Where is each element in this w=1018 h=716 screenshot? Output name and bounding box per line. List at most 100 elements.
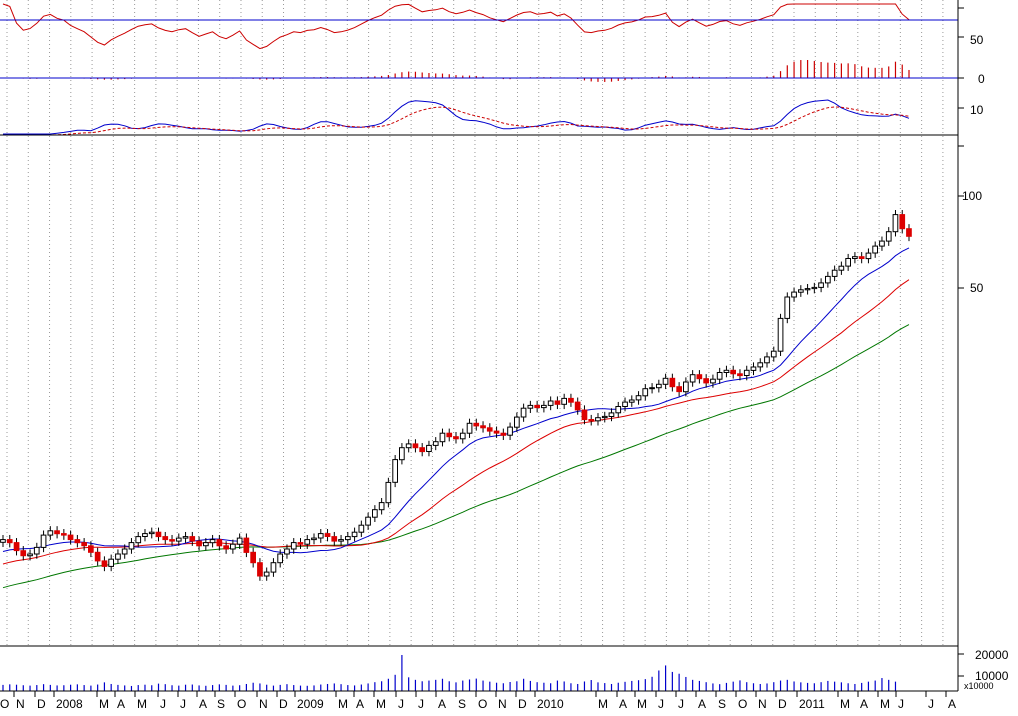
- candle-up: [825, 275, 831, 284]
- candle-up: [426, 444, 432, 452]
- candle-down: [906, 228, 912, 237]
- candle-up: [304, 539, 311, 545]
- candle-up: [649, 387, 655, 390]
- candle-up: [622, 401, 628, 408]
- candle-up: [385, 481, 392, 504]
- candle-down: [61, 533, 67, 536]
- x-axis-month-label: M: [338, 697, 348, 711]
- candle-down: [189, 536, 196, 542]
- candle-down: [101, 560, 108, 567]
- candle-down: [554, 400, 561, 405]
- rsi-tick-label: 50: [970, 33, 984, 47]
- candle-up: [595, 417, 601, 422]
- panel-frames: [0, 0, 964, 692]
- x-axis-month-label: M: [637, 697, 647, 711]
- candle-up: [338, 539, 344, 542]
- candle-up: [33, 546, 40, 555]
- price-panel: [0, 209, 912, 589]
- x-axis-month-label: S: [718, 697, 726, 711]
- histogram-tick-label: 0: [978, 72, 985, 86]
- x-axis-month-label: 2008: [56, 697, 83, 711]
- candle-down: [730, 369, 736, 375]
- x-axis-month-label: A: [948, 697, 956, 711]
- x-axis-month-label: J: [160, 697, 166, 711]
- x-axis-month-label: D: [279, 697, 288, 711]
- candle-up: [628, 399, 635, 403]
- candle-down: [169, 539, 175, 542]
- candle-up: [290, 542, 297, 550]
- candle-down: [703, 378, 709, 384]
- candle-up: [831, 269, 838, 277]
- candle-up: [608, 412, 615, 417]
- candle-down: [20, 550, 27, 557]
- x-axis-month-label: A: [117, 697, 125, 711]
- candle-up: [879, 240, 885, 247]
- candle-down: [88, 545, 94, 553]
- ma-mid-line: [2, 279, 910, 565]
- candle-up: [230, 543, 236, 550]
- candle-up: [203, 542, 209, 547]
- candle-down: [81, 542, 88, 547]
- candle-down: [155, 531, 162, 538]
- candle-up: [818, 282, 824, 288]
- candle-down: [493, 430, 500, 434]
- candle-up: [311, 537, 317, 541]
- candle-up: [656, 383, 662, 389]
- candle-up: [750, 366, 757, 371]
- x-axis-month-label: O: [478, 697, 487, 711]
- x-axis-month-label: 2009: [297, 697, 324, 711]
- candle-up: [507, 426, 513, 436]
- chart-canvas: 50 0 10 100 50 20000 10000 x10000 O N D 200…: [0, 0, 1009, 711]
- candle-up: [547, 400, 554, 406]
- histogram-panel: [0, 60, 958, 82]
- candle-up: [365, 516, 371, 526]
- x-axis-month-label: J: [928, 697, 934, 711]
- candle-down: [297, 542, 304, 545]
- x-axis-month-label: D: [518, 697, 527, 711]
- candle-down: [473, 422, 480, 427]
- grid-layer: [6, 0, 944, 645]
- candle-down: [94, 551, 101, 562]
- candle-up: [236, 537, 243, 545]
- price-tick-label: 100: [962, 189, 982, 203]
- candle-down: [223, 545, 230, 550]
- candle-up: [351, 531, 358, 538]
- x-axis-month-label: O: [738, 697, 747, 711]
- x-axis-month-label: M: [137, 697, 147, 711]
- x-axis-month-label: A: [619, 697, 627, 711]
- candle-up: [270, 562, 277, 573]
- candle-up: [561, 397, 567, 405]
- candle-down: [858, 256, 865, 260]
- candle-down: [216, 539, 223, 547]
- candle-up: [135, 536, 142, 544]
- candle-up: [372, 509, 378, 518]
- price-tick-label: 50: [970, 281, 984, 295]
- candle-up: [683, 381, 689, 393]
- candle-up: [40, 534, 47, 548]
- x-axis-month-label: 2011: [799, 697, 825, 711]
- adx-panel: [3, 99, 910, 136]
- candle-up: [885, 231, 892, 242]
- candle-up: [770, 350, 777, 358]
- candle-down: [486, 427, 493, 432]
- candle-up: [47, 530, 54, 536]
- adx-tick-label: 10: [970, 103, 984, 117]
- candle-down: [250, 551, 257, 564]
- candle-down: [331, 536, 338, 542]
- rsi-panel: [0, 3, 958, 50]
- candle-up: [284, 548, 290, 555]
- candle-down: [480, 425, 486, 429]
- x-axis-month-label: A: [356, 697, 364, 711]
- candle-up: [128, 542, 135, 550]
- x-axis-month-label: D: [37, 697, 46, 711]
- candle-up: [439, 432, 446, 443]
- candle-up: [405, 443, 412, 449]
- candle-up: [662, 377, 669, 385]
- candle-down: [162, 536, 169, 541]
- x-axis-month-label: J: [678, 697, 684, 711]
- x-axis-month-label: N: [16, 697, 25, 711]
- candle-up: [784, 296, 791, 319]
- candle-up: [541, 404, 547, 409]
- candle-up: [723, 369, 730, 373]
- candle-up: [642, 388, 649, 397]
